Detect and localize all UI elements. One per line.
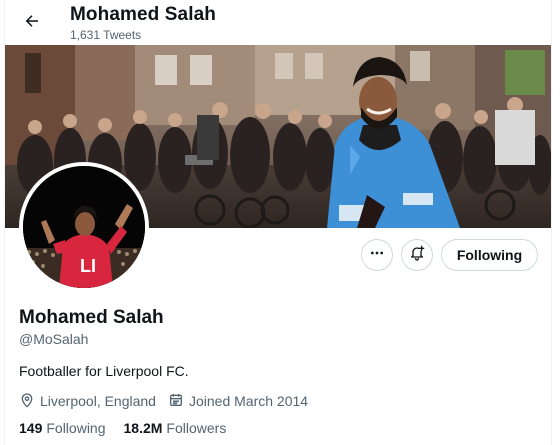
followers-count: 18.2M <box>123 420 163 436</box>
profile-stats: 149 Following 18.2M Followers <box>19 420 226 436</box>
notifications-button[interactable] <box>401 239 433 271</box>
location-text: Liverpool, England <box>40 393 156 409</box>
following-stat-link[interactable]: 149 Following <box>19 420 106 436</box>
location-item: Liverpool, England <box>19 392 156 411</box>
joined-text: Joined March 2014 <box>188 393 309 409</box>
profile-meta: Liverpool, England Joined March 2014 <box>19 392 308 410</box>
right-border <box>551 0 552 445</box>
following-button[interactable]: Following <box>441 239 538 271</box>
following-count: 149 <box>19 420 43 436</box>
jersey-number: LI <box>80 256 96 276</box>
arrow-left-icon <box>23 12 41 35</box>
joined-item: Joined March 2014 <box>168 392 308 411</box>
followers-label: Followers <box>166 420 227 436</box>
calendar-icon <box>168 392 189 411</box>
profile-avatar[interactable]: LI <box>19 162 149 292</box>
bell-plus-icon <box>409 245 425 266</box>
followers-stat-link[interactable]: 18.2M Followers <box>124 420 227 436</box>
more-horizontal-icon <box>369 245 385 266</box>
profile-header: Mohamed Salah 1,631 Tweets <box>5 0 551 45</box>
profile-name: Mohamed Salah <box>19 307 164 328</box>
more-options-button[interactable] <box>361 239 393 271</box>
tweet-count: 1,631 Tweets <box>70 28 142 42</box>
following-label: Following <box>46 420 106 436</box>
profile-handle: @MoSalah <box>19 331 89 347</box>
location-pin-icon <box>19 392 40 411</box>
back-button[interactable] <box>15 6 49 40</box>
profile-bio: Footballer for Liverpool FC. <box>19 363 189 379</box>
header-title: Mohamed Salah <box>70 4 216 25</box>
